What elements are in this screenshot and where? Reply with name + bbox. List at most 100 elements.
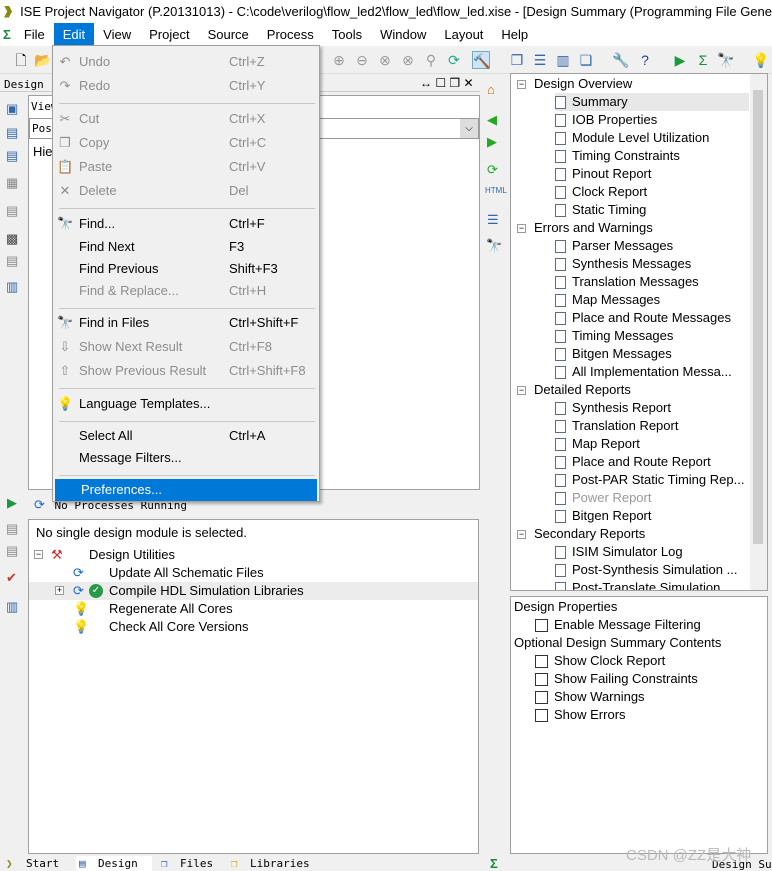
collapse-icon[interactable]: −	[517, 386, 526, 396]
new-source-icon[interactable]: ▣	[6, 101, 18, 117]
menu-item-paste[interactable]: 📋 Paste Ctrl+V	[53, 156, 319, 178]
process-item[interactable]: ⟳ Update All Schematic Files	[29, 564, 478, 582]
check-process-icon[interactable]: ✔	[6, 570, 17, 586]
tree-item[interactable]: Static Timing	[555, 201, 646, 219]
tree-group[interactable]: − Secondary Reports	[517, 525, 645, 543]
scrollbar[interactable]	[750, 74, 767, 590]
tree-item[interactable]: Place and Route Messages	[555, 309, 731, 327]
menu-item-select-all[interactable]: Select All Ctrl+A	[53, 425, 319, 447]
tree-item[interactable]: Translation Report	[555, 417, 678, 435]
run-icon[interactable]: ▶	[7, 495, 17, 511]
list-icon[interactable]: ☰	[487, 212, 499, 228]
menu-window[interactable]: Window	[371, 23, 435, 46]
refresh-icon[interactable]: ⟳	[445, 51, 463, 69]
tree-item[interactable]: Power Report	[555, 489, 651, 507]
tree-group[interactable]: − Design Overview	[517, 75, 632, 93]
tree-item[interactable]: Timing Constraints	[555, 147, 680, 165]
tree-item[interactable]: Map Messages	[555, 291, 660, 309]
tree-item[interactable]: IOB Properties	[555, 111, 657, 129]
zoom-full-icon[interactable]: ⊗	[399, 51, 417, 69]
tab-files[interactable]: ❐ Files	[158, 856, 213, 871]
zoom-out-icon[interactable]: ⊖	[353, 51, 371, 69]
menu-item-delete[interactable]: ✕ Delete Del	[53, 180, 319, 202]
menu-item-find-next[interactable]: Find Next F3	[53, 236, 319, 258]
tree-item[interactable]: Synthesis Report	[555, 399, 671, 417]
property-checkbox-row[interactable]: Show Warnings	[535, 688, 645, 706]
tree-item[interactable]: Place and Route Report	[555, 453, 711, 471]
cascade-icon[interactable]: ❐	[508, 51, 526, 69]
menu-item-redo[interactable]: ↷ Redo Ctrl+Y	[53, 75, 319, 97]
zoom-in-icon[interactable]: ⊕	[330, 51, 348, 69]
tree-item[interactable]: Clock Report	[555, 183, 647, 201]
scrollbar-thumb[interactable]	[753, 90, 763, 544]
process-item[interactable]: + ⟳ ✓ Compile HDL Simulation Libraries	[29, 582, 478, 600]
tab-start[interactable]: ❯ Start	[4, 856, 59, 871]
tree-item[interactable]: Post-PAR Static Timing Rep...	[555, 471, 744, 489]
hierarchy-icon[interactable]: ▦	[6, 175, 18, 191]
lightbulb-icon[interactable]: 💡	[752, 51, 770, 69]
property-checkbox-row[interactable]: Show Clock Report	[535, 652, 665, 670]
menu-item-find-replace[interactable]: Find & Replace... Ctrl+H	[53, 280, 319, 302]
run-icon[interactable]: ▶	[671, 51, 689, 69]
tree-item[interactable]: Bitgen Messages	[555, 345, 672, 363]
binoculars-icon[interactable]: 🔭	[486, 238, 502, 254]
tree-item[interactable]: Summary	[555, 93, 749, 111]
menu-item-find-in-files[interactable]: 🔭 Find in Files Ctrl+Shift+F	[53, 312, 319, 334]
tab-libraries[interactable]: ❐ Libraries	[228, 856, 310, 871]
tree-item[interactable]: Parser Messages	[555, 237, 673, 255]
windows-icon[interactable]: ❏	[577, 51, 595, 69]
back-icon[interactable]: ◀	[487, 112, 497, 128]
html-icon[interactable]: HTML	[485, 186, 507, 195]
source-props-icon[interactable]: ▤	[6, 203, 18, 219]
help-cursor-icon[interactable]: ?	[636, 51, 654, 69]
stop-icon[interactable]: ▤	[6, 543, 18, 559]
telescope-icon[interactable]: 🔭	[717, 51, 735, 69]
menu-process[interactable]: Process	[258, 23, 323, 46]
process-item[interactable]: − ⚒ Design Utilities	[29, 546, 478, 564]
menu-tools[interactable]: Tools	[323, 23, 371, 46]
collapse-icon[interactable]: −	[517, 80, 526, 90]
tile-vertical-icon[interactable]: ▥	[554, 51, 572, 69]
menu-item-cut[interactable]: ✂ Cut Ctrl+X	[53, 108, 319, 130]
property-checkbox-row[interactable]: Show Errors	[535, 706, 626, 724]
tab-design[interactable]: ▤ Design	[76, 856, 152, 871]
layout-icon[interactable]: ▥	[6, 599, 18, 615]
tree-item[interactable]: Pinout Report	[555, 165, 652, 183]
process-item[interactable]: 💡 Regenerate All Cores	[29, 600, 478, 618]
menu-item-language-templates[interactable]: 💡 Language Templates...	[53, 393, 319, 415]
checkbox[interactable]	[535, 691, 548, 705]
panel-controls[interactable]: ↔ ☐ ❐ ✕	[420, 76, 474, 90]
add-copy-source-icon[interactable]: ▤	[6, 148, 18, 164]
tile-horizontal-icon[interactable]: ☰	[531, 51, 549, 69]
collapse-icon[interactable]: −	[517, 530, 526, 540]
refresh-icon[interactable]: ⟳	[487, 162, 498, 178]
menu-item-find[interactable]: 🔭 Find... Ctrl+F	[53, 213, 319, 235]
wrench-icon[interactable]: 🔧	[612, 51, 630, 69]
open-folder-icon[interactable]: 📂	[34, 51, 52, 69]
menu-project[interactable]: Project	[140, 23, 198, 46]
property-checkbox-row[interactable]: Enable Message Filtering	[535, 616, 701, 634]
tree-item[interactable]: Module Level Utilization	[555, 129, 709, 147]
process-item[interactable]: 💡 Check All Core Versions	[29, 618, 478, 636]
tree-item[interactable]: Translation Messages	[555, 273, 699, 291]
menu-help[interactable]: Help	[492, 23, 537, 46]
layout-icon[interactable]: ▥	[6, 279, 18, 295]
menu-item-show-next-result[interactable]: ⇩ Show Next Result Ctrl+F8	[53, 336, 319, 358]
hammer-icon[interactable]: 🔨	[472, 51, 490, 69]
menu-file[interactable]: File	[15, 23, 54, 46]
menu-item-find-previous[interactable]: Find Previous Shift+F3	[53, 258, 319, 280]
tree-group[interactable]: − Errors and Warnings	[517, 219, 653, 237]
property-checkbox-row[interactable]: Show Failing Constraints	[535, 670, 698, 688]
chevron-down-icon[interactable]: ⌵	[460, 119, 478, 138]
chip-icon[interactable]: ▩	[6, 231, 18, 247]
tree-item[interactable]: Bitgen Report	[555, 507, 652, 525]
collapse-icon[interactable]: −	[34, 550, 43, 559]
tree-item[interactable]: Timing Messages	[555, 327, 673, 345]
menu-item-copy[interactable]: ❐ Copy Ctrl+C	[53, 132, 319, 154]
zoom-fit-icon[interactable]: ⊗	[376, 51, 394, 69]
tree-item[interactable]: All Implementation Messa...	[555, 363, 732, 381]
collapse-icon[interactable]: −	[517, 224, 526, 234]
menu-item-show-previous-result[interactable]: ⇧ Show Previous Result Ctrl+Shift+F8	[53, 360, 319, 382]
menu-edit[interactable]: Edit	[53, 23, 95, 46]
menu-item-message-filters[interactable]: Message Filters...	[53, 447, 319, 469]
